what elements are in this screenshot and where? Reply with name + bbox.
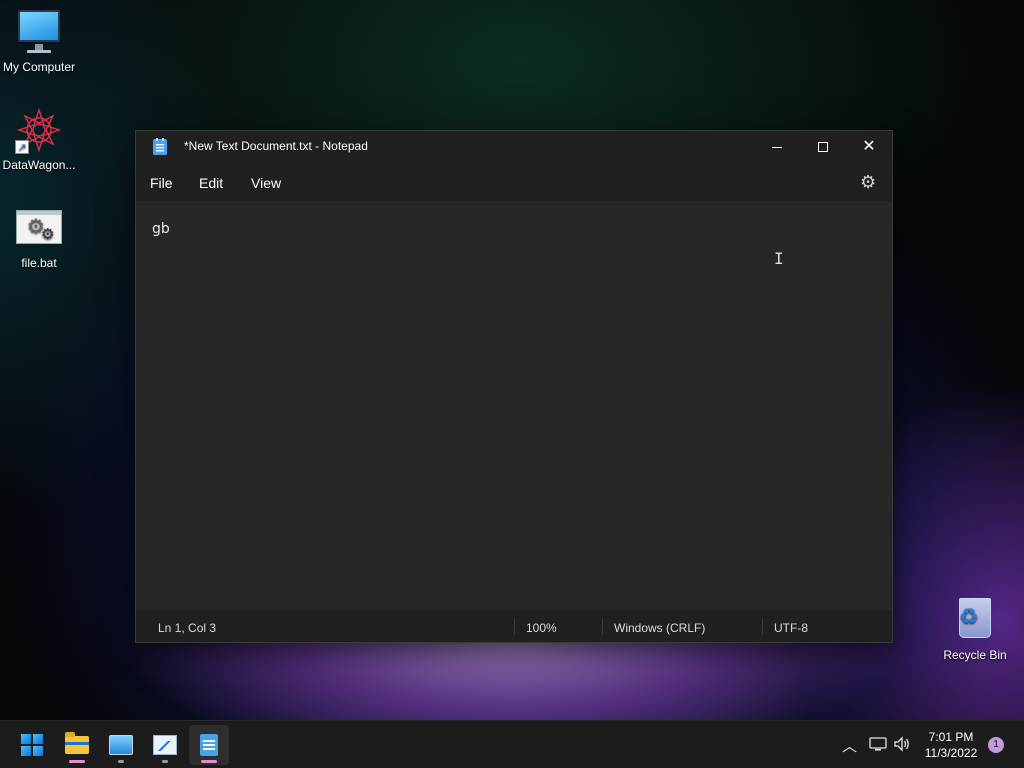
settings-gear-icon[interactable]: ⚙ bbox=[860, 172, 876, 193]
close-icon: ✕ bbox=[862, 138, 876, 155]
running-indicator bbox=[69, 760, 85, 763]
taskbar-file-explorer[interactable] bbox=[57, 725, 97, 765]
notification-badge[interactable]: 1 bbox=[988, 737, 1004, 753]
performance-chart-icon bbox=[153, 735, 177, 755]
clock-time: 7:01 PM bbox=[928, 730, 974, 744]
desktop-icon-my-computer[interactable]: My Computer bbox=[0, 8, 78, 74]
status-encoding: UTF-8 bbox=[774, 621, 808, 635]
notepad-icon bbox=[153, 138, 167, 155]
title-bar[interactable]: *New Text Document.txt - Notepad ✕ bbox=[136, 131, 892, 163]
status-divider bbox=[514, 619, 515, 635]
running-indicator bbox=[118, 760, 124, 763]
desktop-icon-label: My Computer bbox=[2, 60, 76, 74]
editor-content: gb bbox=[152, 221, 170, 237]
menu-edit[interactable]: Edit bbox=[199, 175, 223, 191]
close-button[interactable]: ✕ bbox=[846, 131, 892, 163]
desktop-icon-label: DataWagon... bbox=[2, 158, 76, 172]
system-clock[interactable]: 7:01 PM 11/3/2022 bbox=[918, 729, 984, 761]
gear-icon: ⚙ bbox=[41, 226, 55, 243]
batch-file-icon: ⚙ ⚙ bbox=[15, 204, 63, 252]
menu-view[interactable]: View bbox=[251, 175, 281, 191]
running-indicator bbox=[201, 760, 217, 763]
desktop-icon-datawagon[interactable]: ↗ DataWagon... bbox=[0, 106, 78, 172]
control-panel-icon bbox=[109, 735, 133, 755]
status-bar: Ln 1, Col 3 100% Windows (CRLF) UTF-8 bbox=[136, 611, 892, 642]
maximize-button[interactable] bbox=[800, 131, 846, 163]
status-zoom: 100% bbox=[526, 621, 557, 635]
network-icon[interactable] bbox=[869, 736, 887, 752]
folder-icon bbox=[65, 732, 89, 754]
desktop-icon-label: file.bat bbox=[21, 256, 57, 270]
status-line-endings: Windows (CRLF) bbox=[614, 621, 706, 635]
recycle-bin-icon: ♻ bbox=[951, 596, 999, 644]
running-indicator bbox=[162, 760, 168, 763]
shortcut-arrow-icon: ↗ bbox=[15, 140, 29, 154]
taskbar: ︿ 7:01 PM 11/3/2022 1 bbox=[0, 720, 1024, 768]
minimize-icon bbox=[772, 146, 782, 148]
datawagon-shortcut-icon: ↗ bbox=[15, 106, 63, 154]
show-hidden-icons-chevron-icon[interactable]: ︿ bbox=[842, 735, 857, 756]
window-title: *New Text Document.txt - Notepad bbox=[184, 139, 368, 153]
taskbar-notepad[interactable] bbox=[189, 725, 229, 765]
taskbar-performance-monitor[interactable] bbox=[145, 725, 185, 765]
desktop-icon-label: Recycle Bin bbox=[943, 648, 1007, 662]
desktop-icon-file-bat[interactable]: ⚙ ⚙ file.bat bbox=[0, 204, 78, 270]
taskbar-control-panel[interactable] bbox=[101, 725, 141, 765]
start-button[interactable] bbox=[12, 725, 52, 765]
status-divider bbox=[762, 619, 763, 635]
notepad-icon bbox=[200, 734, 218, 756]
desktop-icon-recycle-bin[interactable]: ♻ Recycle Bin bbox=[936, 596, 1014, 662]
notepad-window[interactable]: *New Text Document.txt - Notepad ✕ File … bbox=[135, 130, 893, 643]
windows-logo-icon bbox=[21, 734, 43, 756]
status-cursor-position: Ln 1, Col 3 bbox=[158, 621, 217, 635]
volume-icon[interactable] bbox=[893, 736, 911, 752]
minimize-button[interactable] bbox=[754, 131, 800, 163]
clock-date: 11/3/2022 bbox=[924, 746, 978, 760]
text-cursor-icon: I bbox=[774, 249, 784, 268]
menu-file[interactable]: File bbox=[150, 175, 173, 191]
computer-icon bbox=[15, 8, 63, 56]
text-editor-area[interactable]: gb I bbox=[136, 201, 892, 611]
menu-bar: File Edit View ⚙ bbox=[136, 163, 892, 201]
maximize-icon bbox=[818, 142, 828, 152]
status-divider bbox=[602, 619, 603, 635]
